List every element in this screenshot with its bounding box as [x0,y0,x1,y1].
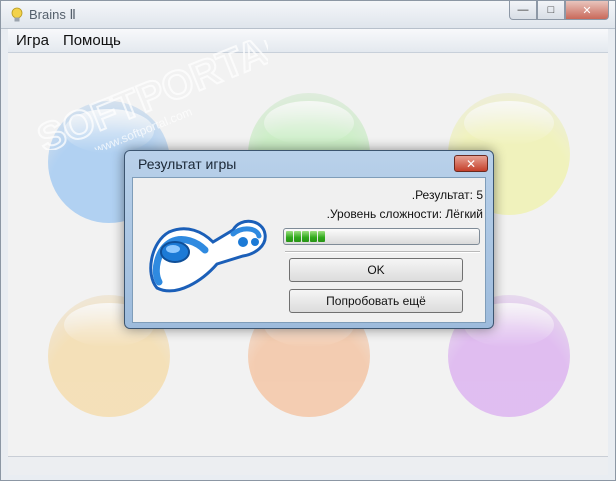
lightbulb-icon [11,7,23,22]
progress-segment [294,231,301,242]
window-title: Brains Ⅱ [29,7,76,22]
dialog-close-button[interactable]: ✕ [454,155,488,172]
retry-button[interactable]: Попробовать ещё [289,289,463,313]
menu-bar: Игра Помощь [8,29,608,53]
menu-game[interactable]: Игра [16,32,49,49]
dialog-title: Результат игры [138,156,237,172]
dialog-body: .Результат: 5 .Уровень сложности: Лёгкий… [132,177,486,323]
difficulty-level: .Уровень сложности: Лёгкий [326,207,483,221]
level-progress-bar [283,228,480,245]
divider [285,251,480,253]
progress-segment [310,231,317,242]
menu-help[interactable]: Помощь [63,32,121,49]
maximize-button[interactable]: □ [537,1,565,20]
gamepad-icon [149,219,267,293]
progress-segment [286,231,293,242]
title-bar[interactable]: Brains Ⅱ — □ ✕ [1,1,615,29]
close-button[interactable]: ✕ [565,1,609,20]
status-bar [8,456,608,475]
progress-segment [318,231,325,242]
minimize-button[interactable]: — [509,1,537,20]
progress-segment [302,231,309,242]
ok-button[interactable]: OK [289,258,463,282]
result-dialog: Результат игры ✕ .Результат: 5 .Уровень … [124,150,494,329]
result-score: .Результат: 5 [411,188,483,202]
